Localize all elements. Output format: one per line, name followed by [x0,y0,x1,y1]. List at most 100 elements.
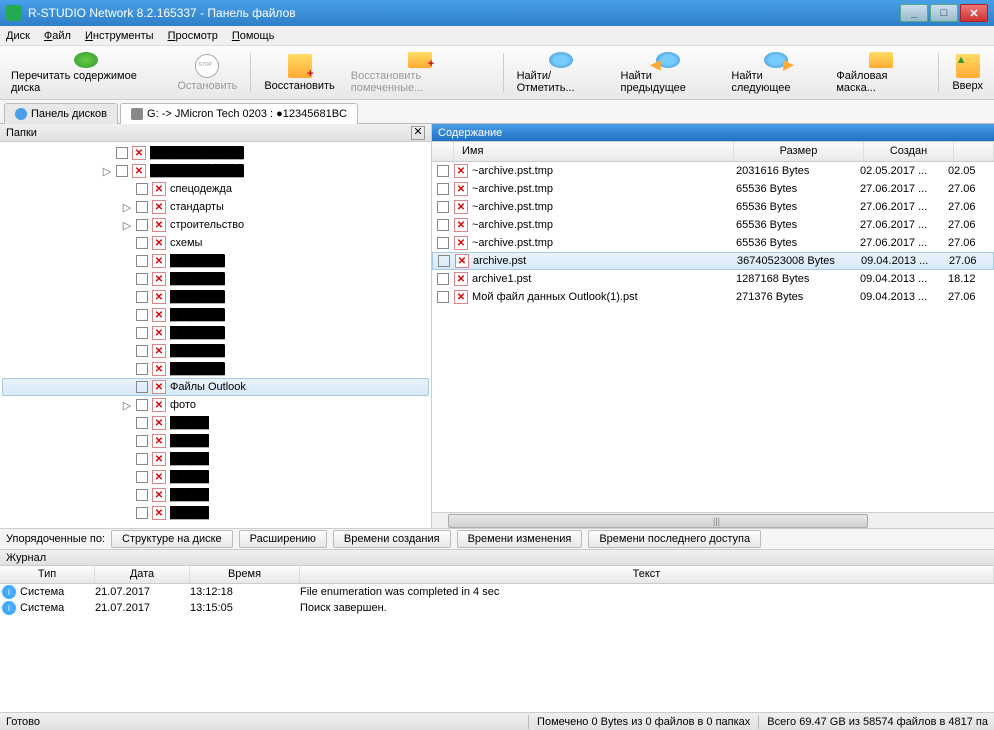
tree-item[interactable]: ✕█████ [2,468,429,486]
sort-ctime-button[interactable]: Времени создания [333,530,451,548]
tree-label[interactable]: ███████ [170,291,225,303]
menu-help[interactable]: Помощь [232,30,275,42]
folder-tree[interactable]: ✕████████████▷✕████████████✕спецодежда▷✕… [0,142,431,528]
file-name[interactable]: ~archive.pst.tmp [472,237,730,249]
tree-label[interactable]: ███████ [170,363,225,375]
checkbox[interactable] [136,399,148,411]
maximize-button[interactable]: □ [930,4,958,22]
checkbox[interactable] [136,309,148,321]
checkbox[interactable] [136,381,148,393]
tree-item[interactable]: ✕спецодежда [2,180,429,198]
tree-label[interactable]: ████████████ [150,165,244,177]
checkbox[interactable] [136,273,148,285]
checkbox[interactable] [437,273,449,285]
tree-item[interactable]: ✕█████ [2,486,429,504]
file-list[interactable]: ✕~archive.pst.tmp2031616 Bytes02.05.2017… [432,162,994,512]
tree-label[interactable]: █████ [170,453,209,465]
tree-item[interactable]: ✕███████ [2,270,429,288]
tree-label[interactable]: █████ [170,471,209,483]
scroll-thumb[interactable] [448,514,868,528]
close-button[interactable]: ✕ [960,4,988,22]
log-col-type[interactable]: Тип [0,566,95,583]
file-name[interactable]: Мой файл данных Outlook(1).pst [472,291,730,303]
expand-icon[interactable]: ▷ [122,201,132,214]
col-created[interactable]: Создан [864,142,954,161]
file-row[interactable]: ✕~archive.pst.tmp65536 Bytes27.06.2017 .… [432,216,994,234]
close-pane-icon[interactable]: ✕ [411,126,425,140]
checkbox[interactable] [136,237,148,249]
sort-structure-button[interactable]: Структуре на диске [111,530,233,548]
stop-button[interactable]: Остановить [170,49,244,97]
file-row[interactable]: ✕archive1.pst1287168 Bytes09.04.2013 ...… [432,270,994,288]
file-row[interactable]: ✕archive.pst36740523008 Bytes09.04.2013 … [432,252,994,270]
tree-label[interactable]: ███████ [170,345,225,357]
log-col-text[interactable]: Текст [300,566,994,583]
checkbox[interactable] [437,237,449,249]
checkbox[interactable] [136,255,148,267]
checkbox[interactable] [438,255,450,267]
menu-disk[interactable]: Диск [6,30,30,42]
col-modified[interactable] [954,142,994,161]
tree-label[interactable]: фото [170,399,196,411]
log-row[interactable]: iСистема21.07.201713:15:05Поиск завершен… [0,600,994,616]
tree-item[interactable]: ✕█████ [2,504,429,522]
file-name[interactable]: ~archive.pst.tmp [472,183,730,195]
tree-label[interactable]: стандарты [170,201,224,213]
sort-mtime-button[interactable]: Времени изменения [457,530,583,548]
checkbox[interactable] [136,363,148,375]
checkbox[interactable] [136,471,148,483]
checkbox[interactable] [136,327,148,339]
tab-drive[interactable]: G: -> JMicron Tech 0203 : ●12345681BC [120,103,358,124]
file-row[interactable]: ✕Мой файл данных Outlook(1).pst271376 By… [432,288,994,306]
expand-icon[interactable]: ▷ [102,165,112,178]
tree-item[interactable]: ✕████████████ [2,144,429,162]
checkbox[interactable] [437,183,449,195]
tree-item[interactable]: ✕███████ [2,306,429,324]
up-button[interactable]: Вверх [945,49,990,97]
checkbox[interactable] [116,165,128,177]
tree-label[interactable]: ███████ [170,327,225,339]
tree-item[interactable]: ✕███████ [2,342,429,360]
file-name[interactable]: archive.pst [473,255,731,267]
file-mask-button[interactable]: Файловая маска... [829,49,932,97]
file-row[interactable]: ✕~archive.pst.tmp65536 Bytes27.06.2017 .… [432,234,994,252]
col-name[interactable]: Имя [454,142,734,161]
log-column-header[interactable]: Тип Дата Время Текст [0,566,994,584]
checkbox[interactable] [136,219,148,231]
tree-label[interactable]: █████ [170,507,209,519]
tree-label[interactable]: ███████ [170,255,225,267]
tree-label[interactable]: ███████ [170,309,225,321]
checkbox[interactable] [136,417,148,429]
file-name[interactable]: ~archive.pst.tmp [472,201,730,213]
checkbox[interactable] [136,183,148,195]
checkbox[interactable] [437,201,449,213]
tree-item[interactable]: ✕█████ [2,450,429,468]
checkbox[interactable] [437,165,449,177]
checkbox[interactable] [136,291,148,303]
checkbox[interactable] [136,507,148,519]
menu-view[interactable]: Просмотр [168,30,218,42]
tree-item[interactable]: ✕схемы [2,234,429,252]
tree-item[interactable]: ✕Файлы Outlook [2,378,429,396]
sort-atime-button[interactable]: Времени последнего доступа [588,530,761,548]
tree-item[interactable]: ✕███████ [2,252,429,270]
checkbox[interactable] [136,201,148,213]
tree-label[interactable]: █████ [170,417,209,429]
tree-label[interactable]: ████████████ [150,147,244,159]
log-row[interactable]: iСистема21.07.201713:12:18File enumerati… [0,584,994,600]
tree-item[interactable]: ▷✕стандарты [2,198,429,216]
file-row[interactable]: ✕~archive.pst.tmp65536 Bytes27.06.2017 .… [432,198,994,216]
checkbox[interactable] [136,453,148,465]
checkbox[interactable] [136,345,148,357]
tree-label[interactable]: схемы [170,237,202,249]
tree-label[interactable]: █████ [170,489,209,501]
tree-item[interactable]: ▷✕████████████ [2,162,429,180]
checkbox[interactable] [437,291,449,303]
tree-label[interactable]: █████ [170,435,209,447]
file-row[interactable]: ✕~archive.pst.tmp65536 Bytes27.06.2017 .… [432,180,994,198]
tree-item[interactable]: ▷✕фото [2,396,429,414]
find-button[interactable]: Найти/Отметить... [510,49,612,97]
log-col-time[interactable]: Время [190,566,300,583]
tab-disks[interactable]: Панель дисков [4,103,118,124]
recover-marked-button[interactable]: Восстановить помеченные... [344,49,497,97]
